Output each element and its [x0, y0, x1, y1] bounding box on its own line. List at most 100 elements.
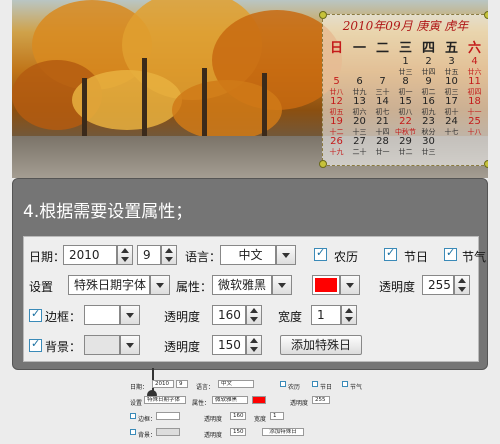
calendar-week-row: 1 廿三 2 廿四 3 廿五 4 廿六: [325, 57, 486, 77]
calendar-weekday: 日: [329, 41, 343, 56]
calendar-weekday-header: 日一二三四五六: [325, 41, 486, 57]
color-picker[interactable]: [312, 275, 340, 295]
calendar-day-number: 26: [330, 136, 343, 147]
language-dropdown-icon[interactable]: [276, 245, 296, 265]
calendar-week-row: 19 十二 20 十三 21 十四 22 中秋节 23 秋分 24 十七 25 十八: [325, 117, 486, 137]
calendar-day: 26 十九: [325, 137, 348, 157]
mini-year: 2010: [152, 380, 174, 388]
mini-festival-checkbox: [312, 381, 318, 387]
calendar-lunar-day: 二十: [352, 148, 367, 156]
panel-title: 4.根据需要设置属性；: [23, 202, 193, 222]
bg-opacity-input[interactable]: 150: [212, 335, 246, 355]
setting-select[interactable]: 特殊日期字体: [68, 275, 150, 295]
festival-label: 节日: [404, 250, 429, 264]
calendar-day-number: 19: [330, 116, 343, 127]
calendar-day-number: 29: [399, 136, 412, 147]
lunar-label: 农历: [334, 250, 359, 264]
month-spinner[interactable]: [161, 245, 177, 265]
mini-date-label: 日期：: [130, 384, 149, 391]
border-opacity-input[interactable]: 160: [212, 305, 246, 325]
border-checkbox[interactable]: [29, 307, 42, 322]
festival-checkbox[interactable]: [384, 246, 397, 261]
lunar-checkbox[interactable]: [314, 246, 327, 261]
mini-border-label: 边框：: [138, 416, 157, 423]
calendar-day: 15 初八: [394, 97, 417, 117]
border-opacity-label: 透明度: [164, 310, 201, 324]
calendar-day-number: 13: [353, 96, 366, 107]
calendar-day: 23 秋分: [417, 117, 440, 137]
resize-handle-bottom-right[interactable]: [484, 160, 488, 168]
setting-dropdown-icon[interactable]: [150, 275, 170, 295]
opacity-spinner[interactable]: [454, 275, 470, 295]
mini-language-label: 语言：: [196, 384, 215, 391]
width-input[interactable]: 1: [311, 305, 341, 325]
calendar-weekday: 一: [352, 41, 366, 56]
calendar-day: 13 初六: [348, 97, 371, 117]
color-dropdown-icon[interactable]: [340, 275, 360, 295]
mini-language: 中文: [218, 380, 254, 388]
month-input[interactable]: 9: [137, 245, 161, 265]
calendar-day-number: 12: [330, 96, 343, 107]
background-checkbox[interactable]: [29, 337, 42, 352]
calendar-day: 21 十四: [371, 117, 394, 137]
resize-handle-top-right[interactable]: [484, 11, 488, 19]
calendar-day: [463, 137, 486, 157]
language-select[interactable]: 中文: [220, 245, 276, 265]
calendar-weekday: 六: [467, 41, 481, 56]
calendar-day: 24 十七: [440, 117, 463, 137]
opacity-input[interactable]: 255: [422, 275, 454, 295]
border-dropdown-icon[interactable]: [120, 305, 140, 325]
add-special-day-button[interactable]: 添加特殊日: [280, 335, 362, 355]
background-label: 背景：: [45, 340, 82, 354]
width-spinner[interactable]: [341, 305, 357, 325]
mini-bg-opacity: 150: [230, 428, 246, 436]
calendar-day: 8 初一: [394, 77, 417, 97]
calendar-day-number: 2: [425, 56, 432, 67]
calendar-day-number: 24: [445, 116, 458, 127]
background-dropdown-icon[interactable]: [120, 335, 140, 355]
calendar-lunar-day: 十九: [329, 148, 344, 156]
calendar-weekday: 五: [444, 41, 458, 56]
mini-month: 9: [176, 380, 188, 388]
border-opacity-spinner[interactable]: [246, 305, 262, 325]
mini-lunar-label: 农历: [288, 384, 301, 391]
mini-opacity: 255: [312, 396, 330, 404]
year-spinner[interactable]: [117, 245, 133, 265]
calendar-day-number: 21: [376, 116, 389, 127]
mini-add-button: 添加特殊日: [262, 428, 304, 436]
calendar-day: [348, 57, 371, 77]
calendar-day-number: 20: [353, 116, 366, 127]
border-color-select[interactable]: [84, 305, 120, 325]
background-color-select[interactable]: [84, 335, 120, 355]
solar-term-checkbox[interactable]: [444, 246, 457, 261]
calendar-lunar-day: 廿二: [398, 148, 413, 156]
calendar-day: 5 廿八: [325, 77, 348, 97]
calendar-day: 20 十三: [348, 117, 371, 137]
mini-bg-opacity-label: 透明度: [204, 432, 223, 439]
mini-font: 微软雅黑: [212, 396, 248, 404]
calendar-dates: 1 廿三 2 廿四 3 廿五 4 廿六 5 廿八 6 廿九 7 三十 8 初一 9 初二 10 初三 11 初四 12 初五 1…: [325, 57, 486, 157]
bg-opacity-spinner[interactable]: [246, 335, 262, 355]
font-dropdown-icon[interactable]: [272, 275, 292, 295]
calendar-day: [371, 57, 394, 77]
calendar-day: 4 廿六: [463, 57, 486, 77]
date-label: 日期：: [29, 250, 66, 264]
calendar-day-number: 7: [379, 76, 386, 87]
resize-handle-top-left[interactable]: [319, 11, 327, 19]
calendar-day: 3 廿五: [440, 57, 463, 77]
calendar-day: 27 二十: [348, 137, 371, 157]
mini-lunar-checkbox: [280, 381, 286, 387]
mini-border-opacity-label: 透明度: [204, 416, 223, 423]
calendar-widget: 2010年09月 庚寅 虎年 日一二三四五六 1 廿三 2 廿四 3 廿五 4 廿六 5 廿八 6 廿…: [322, 14, 488, 166]
language-label: 语言：: [185, 250, 222, 264]
calendar-preview-image: 2010年09月 庚寅 虎年 日一二三四五六 1 廿三 2 廿四 3 廿五 4 廿六 5 廿八 6 廿…: [12, 0, 488, 178]
resize-handle-bottom-left[interactable]: [319, 160, 327, 168]
font-select[interactable]: 微软雅黑: [212, 275, 272, 295]
property-label: 属性：: [176, 280, 213, 294]
year-input[interactable]: 2010: [63, 245, 117, 265]
calendar-weekday: 四: [421, 41, 435, 56]
calendar-day: 14 初七: [371, 97, 394, 117]
calendar-day: 19 十二: [325, 117, 348, 137]
mini-color: [252, 396, 266, 404]
mini-festival-label: 节日: [320, 384, 333, 391]
